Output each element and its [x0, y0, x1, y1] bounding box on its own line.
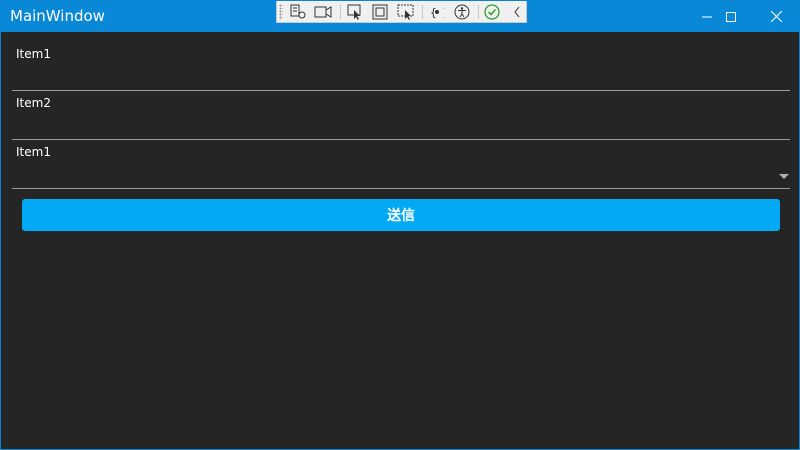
- binding-failures-icon[interactable]: { }: [428, 3, 446, 21]
- combobox-underline: [12, 188, 790, 189]
- close-button[interactable]: [753, 1, 799, 32]
- item2-text-field[interactable]: Item2: [12, 96, 790, 141]
- maximize-icon: [726, 11, 736, 22]
- track-focus-icon[interactable]: [397, 3, 415, 21]
- toolbar-grip[interactable]: [279, 4, 283, 20]
- visual-tree-icon[interactable]: [289, 3, 307, 21]
- display-layout-adorners-icon[interactable]: [371, 3, 389, 21]
- submit-button[interactable]: 送信: [22, 199, 780, 231]
- item1-label: Item1: [16, 47, 51, 61]
- item2-underline: [12, 139, 790, 140]
- window-title: MainWindow: [10, 7, 105, 25]
- hot-reload-ok-icon[interactable]: [483, 3, 501, 21]
- main-window: MainWindow { }: [0, 0, 800, 450]
- xaml-debug-toolbar: { }: [276, 1, 527, 23]
- close-icon: [770, 11, 782, 22]
- item1-text-field[interactable]: Item1: [12, 47, 790, 92]
- combobox-label: Item1: [16, 145, 51, 159]
- item1-underline: [12, 90, 790, 91]
- chevron-down-icon[interactable]: [779, 174, 789, 179]
- record-icon[interactable]: [314, 3, 332, 21]
- collapse-chevron-icon[interactable]: [508, 3, 526, 21]
- accessibility-icon[interactable]: [453, 3, 471, 21]
- maximize-button[interactable]: [708, 1, 754, 32]
- item2-label: Item2: [16, 96, 51, 110]
- select-element-icon[interactable]: [346, 3, 364, 21]
- item1-combobox[interactable]: Item1: [12, 145, 790, 190]
